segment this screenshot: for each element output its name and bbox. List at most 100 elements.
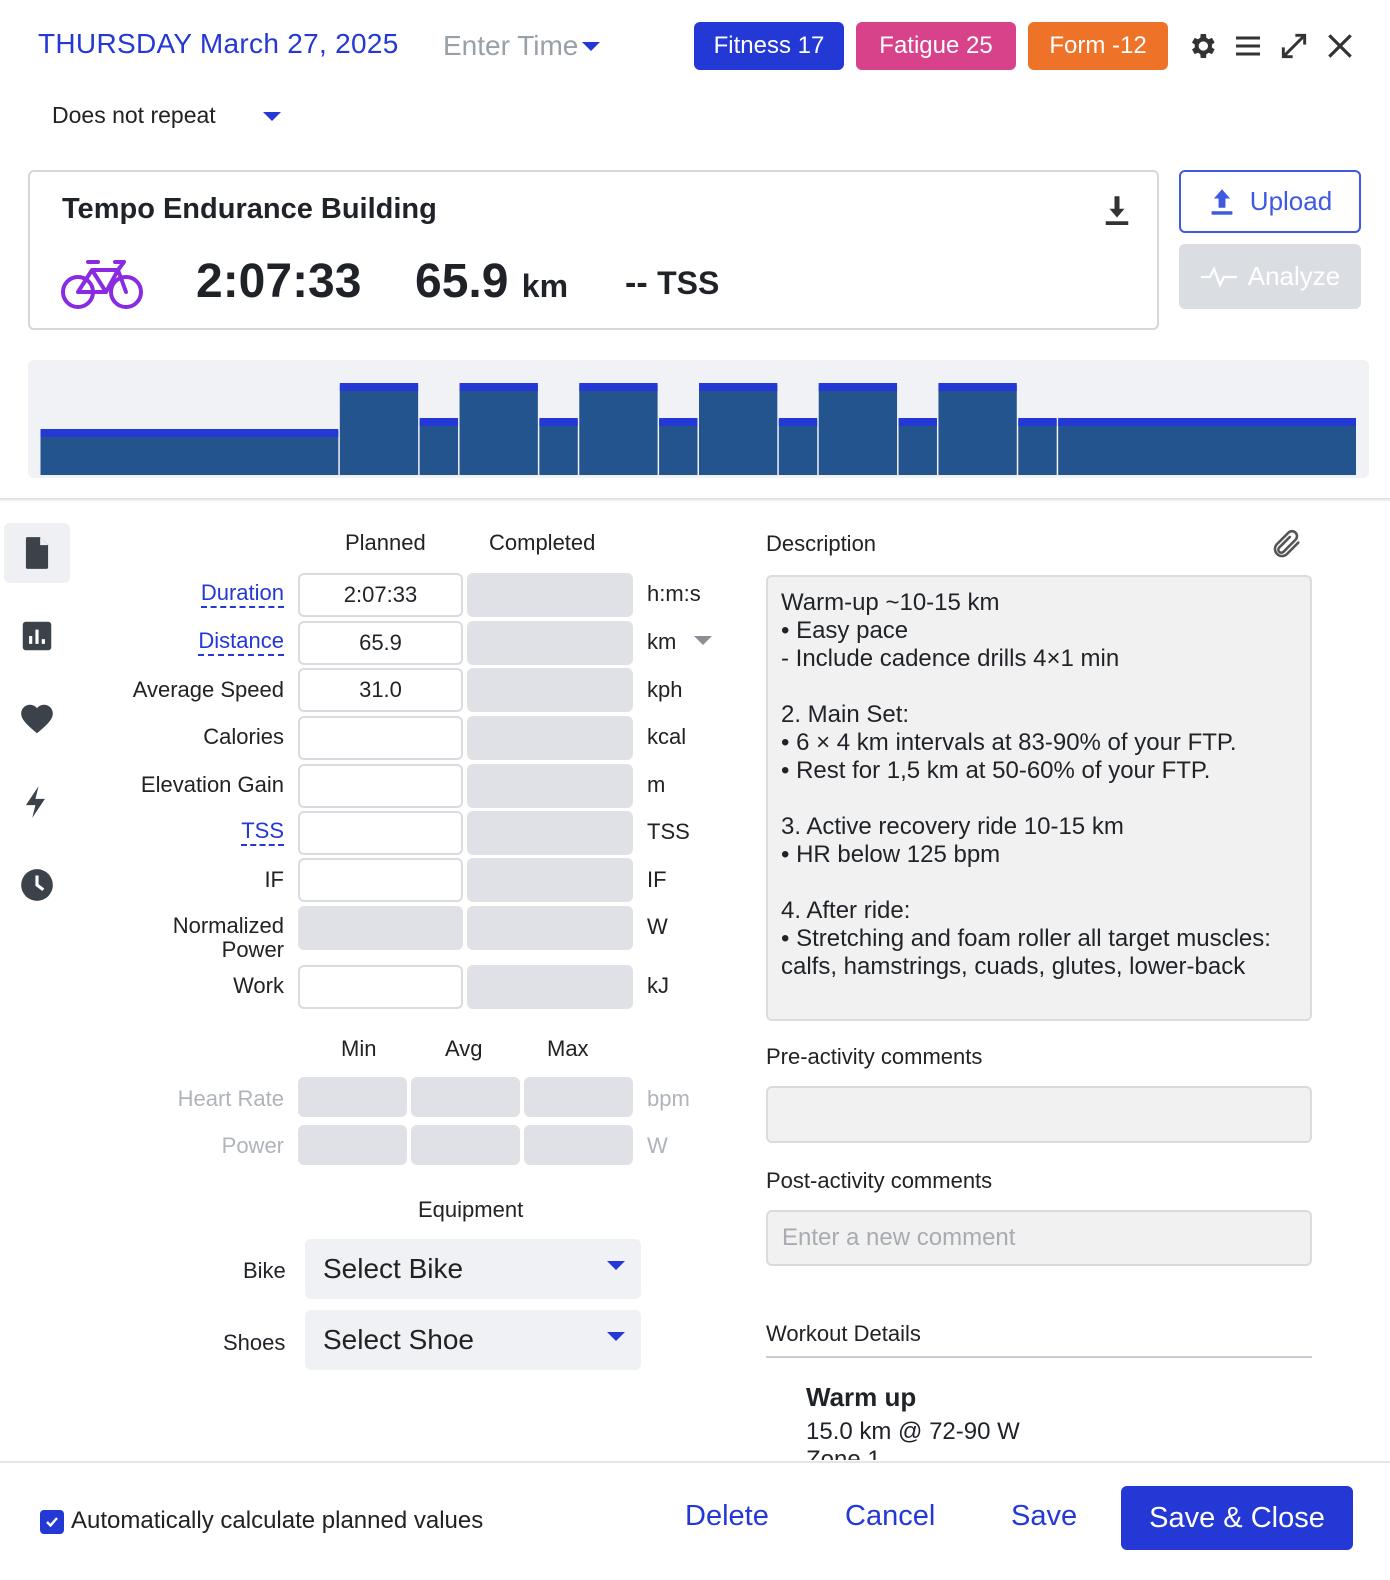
- np-completed-input[interactable]: [467, 906, 633, 950]
- upload-button[interactable]: Upload: [1179, 170, 1361, 233]
- interval-bar[interactable]: [40, 431, 339, 475]
- menu-icon[interactable]: [1232, 30, 1264, 62]
- workout-tss: -- TSS: [625, 264, 719, 303]
- calories-planned-input[interactable]: [298, 716, 463, 760]
- bike-icon: [61, 260, 143, 309]
- post-activity-label: Post-activity comments: [766, 1168, 993, 1193]
- tss-label[interactable]: TSS: [241, 818, 284, 846]
- time-select[interactable]: Enter Time: [443, 30, 601, 62]
- distance-label[interactable]: Distance: [198, 628, 284, 656]
- distance-planned-input[interactable]: 65.9: [298, 621, 463, 665]
- upload-icon: [1211, 188, 1233, 215]
- download-icon[interactable]: [1102, 193, 1132, 227]
- paperclip-icon[interactable]: [1270, 527, 1304, 561]
- auto-calc-label[interactable]: Automatically calculate planned values: [71, 1507, 483, 1535]
- workout-title[interactable]: Tempo Endurance Building: [62, 193, 437, 226]
- interval-bar[interactable]: [419, 420, 459, 475]
- interval-bar[interactable]: [539, 420, 578, 475]
- if-planned-input[interactable]: [298, 858, 463, 902]
- calories-unit: kcal: [647, 724, 687, 749]
- duration-completed-input[interactable]: [467, 573, 633, 617]
- avg-speed-completed-input[interactable]: [467, 668, 633, 712]
- auto-calc-checkbox[interactable]: [40, 1510, 64, 1534]
- chevron-down-icon[interactable]: [263, 112, 281, 121]
- if-label: IF: [264, 867, 284, 892]
- distance-unit-select[interactable]: km: [647, 629, 676, 655]
- save-close-button[interactable]: Save & Close: [1121, 1486, 1353, 1550]
- delete-button[interactable]: Delete: [685, 1500, 769, 1533]
- interval-bar[interactable]: [1018, 420, 1057, 475]
- cancel-button[interactable]: Cancel: [845, 1500, 935, 1533]
- np-planned-input: [298, 906, 463, 950]
- description-label: Description: [766, 531, 877, 556]
- fatigue-badge: Fatigue 25: [856, 22, 1016, 70]
- chevron-down-icon[interactable]: [694, 636, 712, 645]
- power-label: Power: [221, 1133, 284, 1158]
- analyze-button[interactable]: Analyze: [1179, 244, 1361, 309]
- repeat-select[interactable]: Does not repeat: [52, 102, 216, 129]
- interval-bar[interactable]: [1058, 420, 1356, 475]
- interval-bar[interactable]: [898, 420, 937, 475]
- save-button[interactable]: Save: [1011, 1500, 1077, 1533]
- close-icon[interactable]: [1324, 30, 1356, 62]
- clock-icon[interactable]: [18, 866, 56, 904]
- description-textarea[interactable]: Warm-up ~10-15 km • Easy pace - Include …: [766, 575, 1312, 1021]
- distance-completed-input[interactable]: [467, 621, 633, 665]
- interval-bar-cap: [818, 383, 898, 391]
- work-planned-input[interactable]: [298, 965, 463, 1009]
- hr-min-input: [298, 1077, 407, 1117]
- interval-bar[interactable]: [778, 420, 818, 475]
- tss-planned-input[interactable]: [298, 811, 463, 855]
- post-activity-input[interactable]: Enter a new comment: [766, 1210, 1312, 1266]
- interval-bar-cap: [659, 418, 698, 426]
- shoes-select[interactable]: Select Shoe: [305, 1310, 641, 1370]
- bike-select[interactable]: Select Bike: [305, 1239, 641, 1299]
- elevation-label: Elevation Gain: [140, 772, 284, 797]
- interval-bar-cap: [40, 429, 339, 437]
- bar-chart-icon[interactable]: [18, 617, 56, 655]
- interval-bar[interactable]: [659, 420, 698, 475]
- power-min-input: [298, 1125, 407, 1165]
- calories-completed-input[interactable]: [467, 716, 633, 760]
- elevation-planned-input[interactable]: [298, 764, 463, 808]
- step-title: Warm up: [806, 1382, 917, 1412]
- analyze-label: Analyze: [1247, 261, 1341, 291]
- work-unit: kJ: [647, 973, 669, 998]
- document-icon[interactable]: [18, 534, 56, 572]
- col-max: Max: [547, 1036, 589, 1061]
- step-zone: Zone 1: [806, 1446, 881, 1460]
- elevation-completed-input[interactable]: [467, 764, 633, 808]
- workout-duration: 2:07:33: [196, 255, 362, 308]
- interval-bar-cap: [419, 418, 459, 426]
- np-label: Normalized Power: [173, 914, 284, 962]
- tss-completed-input[interactable]: [467, 811, 633, 855]
- workout-date[interactable]: THURSDAY March 27, 2025: [38, 28, 399, 60]
- np-unit: W: [647, 914, 668, 939]
- duration-label[interactable]: Duration: [200, 580, 284, 608]
- tss-unit: TSS: [657, 265, 720, 301]
- workout-details-label: Workout Details: [766, 1321, 921, 1346]
- chevron-down-icon: [607, 1332, 625, 1341]
- duration-planned-input[interactable]: 2:07:33: [298, 573, 463, 617]
- avg-speed-planned-input[interactable]: 31.0: [298, 668, 463, 712]
- upload-label: Upload: [1249, 186, 1333, 216]
- pre-activity-label: Pre-activity comments: [766, 1044, 983, 1069]
- expand-icon[interactable]: [1278, 30, 1310, 62]
- interval-bar[interactable]: [938, 385, 1017, 475]
- interval-bar[interactable]: [579, 385, 658, 475]
- col-completed: Completed: [489, 530, 596, 555]
- interval-bar[interactable]: [339, 385, 419, 475]
- power-avg-input: [411, 1125, 520, 1165]
- heart-icon[interactable]: [18, 700, 56, 738]
- lightning-icon[interactable]: [18, 783, 56, 821]
- interval-bar[interactable]: [818, 385, 898, 475]
- interval-bar[interactable]: [459, 385, 538, 475]
- interval-bar[interactable]: [699, 385, 778, 475]
- pre-activity-input[interactable]: [766, 1086, 1312, 1143]
- gear-icon[interactable]: [1186, 30, 1218, 62]
- interval-bar-cap: [699, 383, 778, 391]
- work-completed-input[interactable]: [467, 965, 633, 1009]
- if-completed-input[interactable]: [467, 858, 633, 902]
- duration-unit: h:m:s: [647, 581, 701, 606]
- interval-bar-cap: [778, 418, 818, 426]
